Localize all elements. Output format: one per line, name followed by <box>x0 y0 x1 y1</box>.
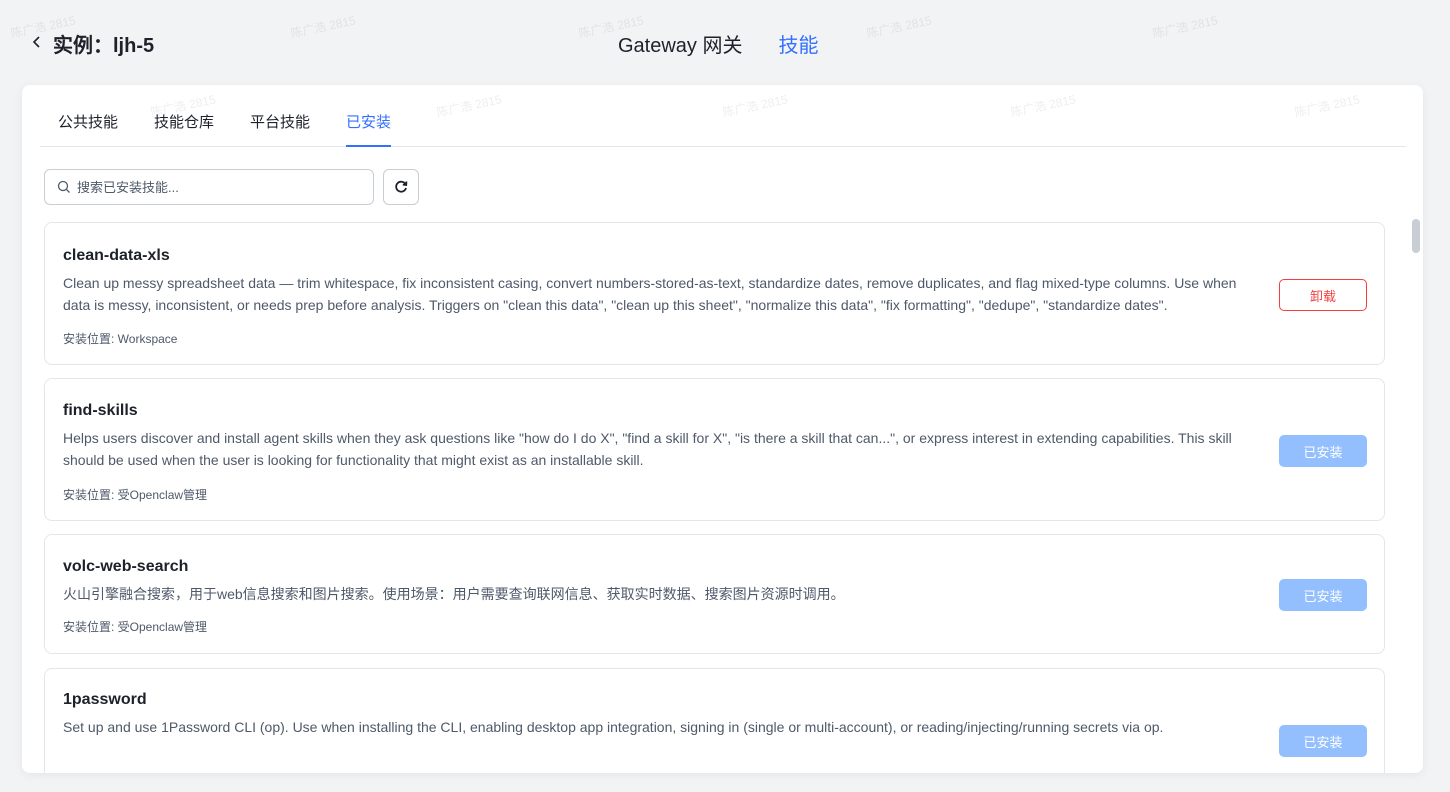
chevron-left-icon <box>32 36 40 48</box>
tab-skill-repository[interactable]: 技能仓库 <box>154 111 214 146</box>
nav-gateway[interactable]: Gateway 网关 <box>618 29 742 58</box>
skill-card: find-skills Helps users discover and ins… <box>44 378 1385 521</box>
tab-platform-skills[interactable]: 平台技能 <box>250 111 310 146</box>
tab-installed[interactable]: 已安装 <box>346 111 392 147</box>
tab-public-skills[interactable]: 公共技能 <box>58 111 118 146</box>
page-header: 实例：ljh-5 Gateway 网关 技能 <box>0 0 1450 84</box>
search-icon <box>57 180 70 193</box>
uninstall-button[interactable]: 卸载 <box>1279 279 1367 311</box>
top-nav: Gateway 网关 技能 <box>618 29 818 58</box>
skill-name: 1password <box>63 691 147 708</box>
skill-description: Helps users discover and install agent s… <box>63 430 1232 468</box>
skill-name: clean-data-xls <box>63 247 170 264</box>
skill-location: 安装位置: 受Openclaw管理 <box>63 488 208 502</box>
skills-panel: 陈广浩 2815 陈广浩 2815 陈广浩 2815 陈广浩 2815 陈广浩 … <box>22 85 1423 773</box>
skill-tabs: 公共技能 技能仓库 平台技能 已安装 <box>40 85 1406 147</box>
list-scrollbar[interactable] <box>1412 219 1420 253</box>
skill-card: 1password Set up and use 1Password CLI (… <box>44 668 1385 773</box>
installed-skills-list: clean-data-xls Clean up messy spreadshee… <box>44 222 1385 773</box>
installed-button[interactable]: 已安装 <box>1279 725 1367 757</box>
skill-description: Set up and use 1Password CLI (op). Use w… <box>63 719 1164 735</box>
skill-location: 安装位置: Workspace <box>63 332 178 346</box>
instance-title: 实例：ljh-5 <box>53 35 155 57</box>
refresh-icon <box>395 180 408 193</box>
search-box <box>44 169 374 205</box>
installed-button[interactable]: 已安装 <box>1279 435 1367 467</box>
skill-location: 安装位置: 受Openclaw管理 <box>63 620 208 634</box>
skill-description: Clean up messy spreadsheet data — trim w… <box>63 275 1237 313</box>
skill-description: 火山引擎融合搜索，用于web信息搜索和图片搜索。使用场景：用户需要查询联网信息、… <box>63 586 845 602</box>
nav-skills[interactable]: 技能 <box>778 29 818 58</box>
refresh-button[interactable] <box>383 169 419 205</box>
skill-name: volc-web-search <box>63 558 189 575</box>
installed-button[interactable]: 已安装 <box>1279 579 1367 611</box>
search-input[interactable] <box>77 179 367 195</box>
skill-name: find-skills <box>63 402 138 419</box>
skill-card: volc-web-search 火山引擎融合搜索，用于web信息搜索和图片搜索。… <box>44 534 1385 654</box>
back-button[interactable] <box>28 30 46 54</box>
skill-card: clean-data-xls Clean up messy spreadshee… <box>44 222 1385 365</box>
